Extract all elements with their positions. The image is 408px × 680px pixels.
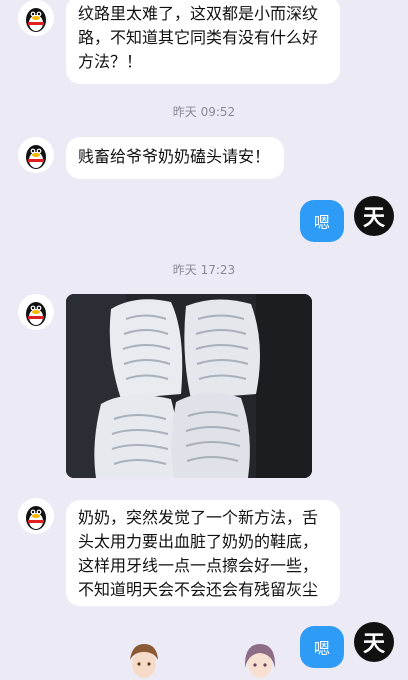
contact-avatar-penguin-icon[interactable] bbox=[18, 498, 54, 534]
message-bubble[interactable]: 奶奶，突然发觉了一个新方法，舌 头太用力要出血脏了奶奶的鞋底， 这样用牙线一点一… bbox=[66, 500, 340, 606]
my-message-bubble[interactable]: 嗯 bbox=[300, 626, 344, 668]
timestamp: 昨天 09:52 bbox=[172, 105, 236, 119]
contact-avatar-penguin-icon[interactable] bbox=[18, 0, 54, 36]
contact-avatar-penguin-icon[interactable] bbox=[18, 294, 54, 330]
timestamp: 昨天 17:23 bbox=[172, 263, 236, 277]
message-bubble[interactable]: 纹路里太难了，这双都是小而深纹 路，不知道其它同类有没有什么好 方法？！ bbox=[66, 0, 340, 84]
anime-avatar-purple-hair-icon bbox=[240, 640, 280, 680]
my-avatar[interactable]: 天 bbox=[354, 622, 394, 662]
my-avatar[interactable]: 天 bbox=[354, 196, 394, 236]
anime-avatar-brown-hair-icon bbox=[124, 640, 164, 680]
my-message-bubble[interactable]: 嗯 bbox=[300, 200, 344, 242]
message-image[interactable] bbox=[66, 294, 312, 478]
message-bubble[interactable]: 贱畜给爷爷奶奶磕头请安！ bbox=[66, 137, 284, 179]
contact-avatar-penguin-icon[interactable] bbox=[18, 137, 54, 173]
